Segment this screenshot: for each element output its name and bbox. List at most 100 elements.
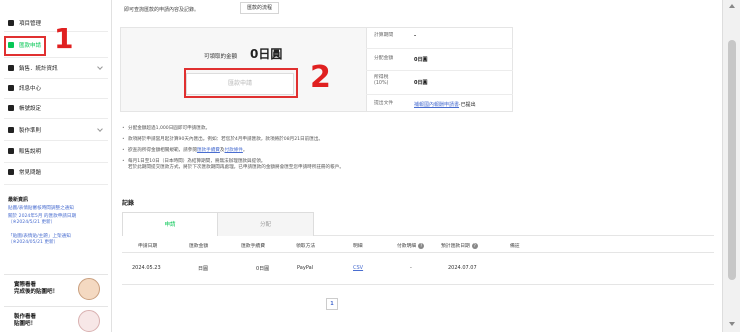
promo-banner[interactable]: 實際看看 完成後的貼圖吧！	[4, 274, 108, 304]
annotation-number: 1	[54, 22, 74, 55]
rule-item: 分配金額超過1,000日圓即可申請匯款。	[122, 126, 518, 132]
sidebar: 項目管理 匯款申請 銷售．統計資訊 訊息中心 帳號設定 製作準則 販售說明 常見…	[0, 0, 112, 332]
document-icon	[8, 127, 14, 133]
records-tabs: 申請 分配	[122, 212, 714, 236]
sidebar-item-label: 訊息中心	[19, 86, 42, 92]
divider	[4, 78, 108, 79]
info-label: 所得稅 (10%)	[374, 75, 389, 86]
rule-item: 款項將於申請當月起計算90天內匯出。例如：若您於4月申請匯款，款項將於08月21…	[122, 137, 518, 143]
info-value: 0日圓	[414, 57, 428, 63]
highlight-box	[4, 36, 46, 56]
chevron-down-icon	[97, 64, 103, 70]
rule-item: 每月1日至10日（日本時間）為結算期間，將無法辦理匯款與提領。 若於此期間提交匯…	[122, 159, 518, 171]
divider	[4, 98, 108, 99]
column-header: 申請日期	[138, 244, 158, 249]
mail-icon	[8, 85, 14, 91]
column-header: 領取方法	[296, 244, 316, 249]
gear-icon	[8, 20, 14, 26]
pagination-page[interactable]: 1	[326, 298, 338, 310]
info-value: 補報國內報酬申請書·已提出	[414, 101, 476, 108]
tab-apply[interactable]: 申請	[122, 212, 218, 236]
divider	[122, 284, 714, 285]
rabbit-illustration	[78, 310, 100, 332]
cell-amount: 日圓	[198, 266, 209, 272]
notice-link[interactable]: 貼圖/表情貼審核時間調整之通知	[8, 206, 104, 212]
chart-icon	[8, 65, 14, 71]
highlight-box	[184, 68, 298, 98]
cell-expected-date: 2024.07.07	[448, 265, 477, 271]
document-status: ·已提出	[459, 102, 476, 108]
tab-distribution[interactable]: 分配	[218, 212, 314, 236]
records-title: 記錄	[122, 200, 135, 207]
scrollbar[interactable]	[722, 0, 740, 332]
user-icon	[8, 105, 14, 111]
process-button[interactable]: 匯款的流程	[240, 2, 280, 14]
column-header: 明細	[353, 244, 363, 249]
sidebar-item-label: 販售說明	[19, 149, 42, 155]
column-header-label: 預計匯款日期	[441, 244, 470, 249]
info-label: 提出文件	[374, 101, 394, 106]
cell-method: PayPal	[297, 265, 314, 271]
amount-value: 0日圓	[250, 47, 283, 61]
rule-item: 欲查詢所得金額相關規範，請參閱匯款手續費及付款條件。	[122, 148, 518, 154]
sidebar-item-guidelines[interactable]: 製作準則	[4, 122, 108, 138]
info-value: 0日圓	[414, 80, 428, 86]
notice-link[interactable]: 關於 2024年5月 的匯款申請日期（※2024/5/21 更新）	[8, 214, 104, 226]
notice-link[interactable]: 「貼圖/表情貼/主題」上架通知（※2024/05/21 更新）	[8, 234, 104, 246]
cell-detail: CSV	[353, 265, 363, 271]
sidebar-item-account-settings[interactable]: 帳號設定	[4, 100, 108, 116]
app-window: 項目管理 匯款申請 銷售．統計資訊 訊息中心 帳號設定 製作準則 販售說明 常見…	[0, 0, 740, 332]
sidebar-item-label: 製作準則	[19, 128, 42, 134]
column-header: 付款明細?	[397, 242, 425, 249]
fee-link[interactable]: 匯款手續費	[197, 148, 220, 153]
divider	[122, 252, 714, 253]
amount-label: 可領取的金額	[204, 54, 238, 60]
terms-link[interactable]: 付款條件	[225, 148, 243, 153]
scroll-thumb[interactable]	[728, 40, 736, 280]
divider	[366, 48, 513, 49]
divider	[4, 184, 108, 185]
bear-illustration	[78, 278, 100, 300]
info-value: -	[414, 33, 417, 39]
sidebar-item-message-center[interactable]: 訊息中心	[4, 80, 108, 96]
book-icon	[8, 148, 14, 154]
sidebar-item-label: 帳號設定	[19, 106, 42, 112]
help-icon	[8, 169, 14, 175]
sidebar-item-label: 常見問題	[19, 170, 42, 176]
sidebar-item-label: 銷售．統計資訊	[19, 66, 58, 72]
info-label: 分配金額	[374, 56, 394, 61]
column-header: 匯款金額	[189, 244, 209, 249]
rule-text: 欲查詢所得金額相關規範，請參閱	[128, 148, 197, 153]
promo-text: 製作看看 貼圖吧！	[14, 314, 37, 327]
cell-fee: 0日圓	[256, 266, 270, 272]
help-icon[interactable]: ?	[418, 243, 425, 249]
sidebar-item-sales-guide[interactable]: 販售說明	[4, 143, 108, 159]
rule-text: 。	[242, 148, 248, 153]
notice-title: 最新資訊	[8, 197, 29, 203]
sidebar-item-label: 項目管理	[19, 21, 42, 27]
cell-payment: -	[410, 265, 412, 271]
csv-link[interactable]: CSV	[353, 265, 363, 271]
info-label: 計算期間	[374, 33, 394, 38]
divider	[4, 140, 108, 141]
divider	[366, 70, 513, 71]
help-icon[interactable]: ?	[471, 243, 478, 249]
sidebar-item-sales-stats[interactable]: 銷售．統計資訊	[4, 60, 108, 76]
divider	[4, 57, 108, 58]
scroll-up-icon[interactable]	[729, 4, 735, 8]
column-header: 預計匯款日期?	[441, 242, 478, 249]
promo-banner[interactable]: 製作看看 貼圖吧！	[4, 306, 108, 332]
divider	[4, 162, 108, 163]
column-header: 備註	[510, 244, 520, 249]
column-header-label: 付款明細	[397, 244, 417, 249]
top-note: 即可查詢匯款的申請內容及記錄。	[124, 7, 200, 13]
cell-date: 2024.05.23	[132, 265, 161, 271]
document-link[interactable]: 補報國內報酬申請書	[414, 102, 459, 108]
promo-text: 實際看看 完成後的貼圖吧！	[14, 282, 59, 295]
scroll-down-icon[interactable]	[729, 322, 735, 326]
annotation-number: 2	[310, 60, 331, 95]
chevron-down-icon	[97, 126, 103, 132]
sidebar-item-faq[interactable]: 常見問題	[4, 164, 108, 180]
divider	[366, 94, 513, 95]
divider	[4, 118, 108, 119]
